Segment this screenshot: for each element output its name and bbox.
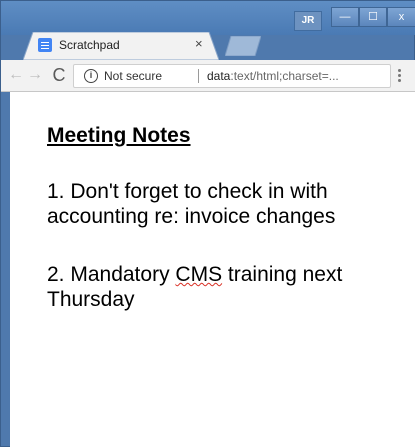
forward-button[interactable]: →: [25, 65, 45, 85]
spellcheck-flagged-word[interactable]: CMS: [175, 263, 222, 286]
menu-kebab-icon[interactable]: [398, 68, 402, 84]
note-item-2: 2. Mandatory CMS training next Thursday: [47, 262, 407, 312]
note-item-2-start: 2. Mandatory: [47, 263, 176, 286]
security-label[interactable]: Not secure: [104, 69, 162, 83]
tab-scratchpad[interactable]: Scratchpad ×: [23, 32, 219, 60]
document-icon: [38, 38, 52, 52]
back-button[interactable]: ←: [6, 65, 26, 85]
new-tab-button[interactable]: [224, 35, 262, 57]
page-content[interactable]: Meeting Notes 1. Don't forget to check i…: [10, 92, 415, 447]
tab-title: Scratchpad: [59, 38, 120, 52]
note-heading: Meeting Notes: [47, 124, 191, 147]
maximize-button[interactable]: ☐: [359, 7, 387, 27]
new-tab-icon: [224, 35, 262, 57]
tab-shape: [23, 32, 219, 60]
browser-toolbar: ← → C i Not secure data:text/html;charse…: [1, 60, 415, 92]
note-item-1: 1. Don't forget to check in with account…: [47, 180, 336, 228]
info-icon[interactable]: i: [84, 69, 98, 83]
url-scheme: data: [207, 69, 231, 83]
tab-close-icon[interactable]: ×: [195, 36, 203, 52]
address-bar[interactable]: i Not secure data:text/html;charset=...: [73, 64, 391, 88]
browser-window: Scratchpad × JR — ☐ x ← → C i Not secure…: [0, 0, 415, 447]
reload-button[interactable]: C: [49, 65, 69, 85]
omnibox-divider: [198, 69, 199, 83]
minimize-button[interactable]: —: [331, 7, 359, 27]
profile-badge[interactable]: JR: [294, 11, 322, 31]
url-rest: :text/html;charset=...: [230, 69, 339, 83]
url-text[interactable]: data:text/html;charset=...: [207, 69, 339, 83]
close-window-button[interactable]: x: [387, 7, 415, 27]
